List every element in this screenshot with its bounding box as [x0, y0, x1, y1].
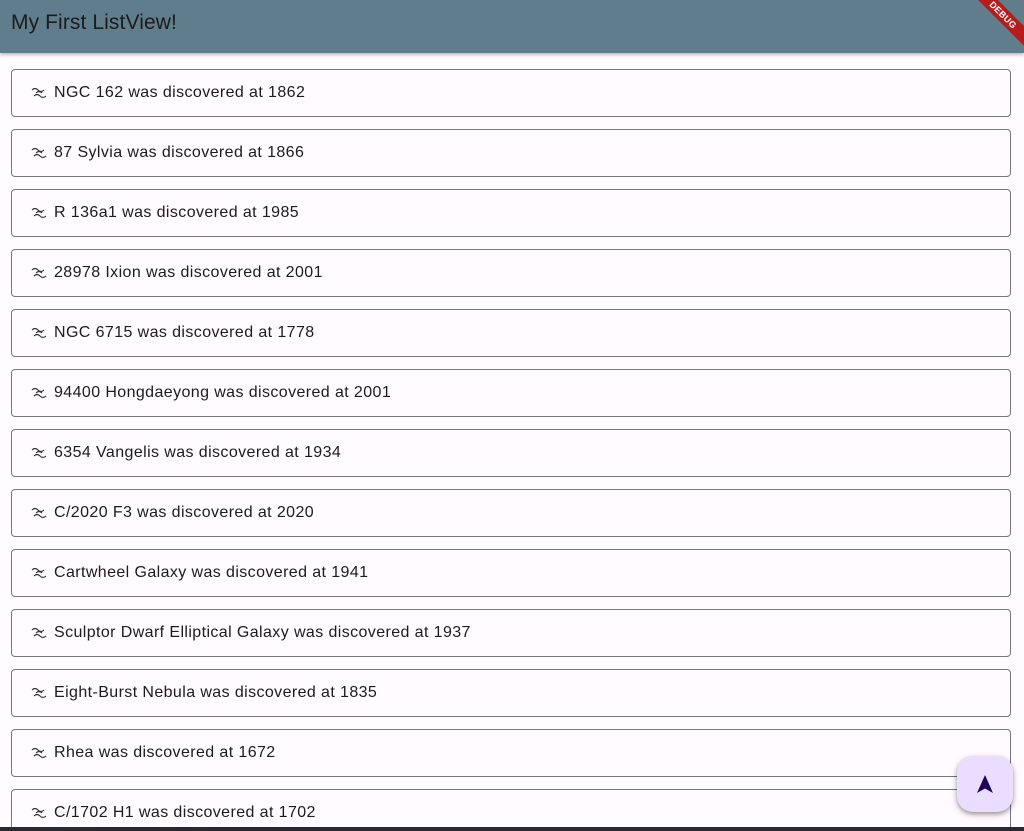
list-item[interactable]: Eight-Burst Nebula was discovered at 183…	[11, 669, 1011, 717]
list-item[interactable]: 6354 Vangelis was discovered at 1934	[11, 429, 1011, 477]
list-item[interactable]: Rhea was discovered at 1672	[11, 729, 1011, 777]
galaxy-emoji-icon	[31, 747, 47, 759]
debug-banner: DEBUG	[966, 0, 1024, 52]
list-item-label: Cartwheel Galaxy was discovered at 1941	[54, 564, 369, 581]
list-item-label: NGC 162 was discovered at 1862	[54, 84, 306, 101]
galaxy-emoji-icon	[31, 267, 47, 279]
galaxy-emoji-icon	[31, 147, 47, 159]
list-item-label: 87 Sylvia was discovered at 1866	[54, 144, 305, 161]
galaxy-emoji-icon	[31, 327, 47, 339]
list-item[interactable]: C/1702 H1 was discovered at 1702	[11, 789, 1011, 827]
navigation-arrow-icon	[977, 775, 993, 793]
list-item-label: 6354 Vangelis was discovered at 1934	[54, 444, 342, 461]
list-item-label: C/1702 H1 was discovered at 1702	[54, 804, 316, 821]
list-item-label: 94400 Hongdaeyong was discovered at 2001	[54, 384, 392, 401]
list-item[interactable]: Cartwheel Galaxy was discovered at 1941	[11, 549, 1011, 597]
galaxy-emoji-icon	[31, 567, 47, 579]
page-title: My First ListView!	[11, 11, 177, 34]
galaxy-emoji-icon	[31, 387, 47, 399]
galaxy-emoji-icon	[31, 207, 47, 219]
list-item[interactable]: 28978 Ixion was discovered at 2001	[11, 249, 1011, 297]
list-item[interactable]: NGC 6715 was discovered at 1778	[11, 309, 1011, 357]
list-item-label: R 136a1 was discovered at 1985	[54, 204, 300, 221]
galaxy-emoji-icon	[31, 807, 47, 819]
galaxy-emoji-icon	[31, 447, 47, 459]
list-item[interactable]: 94400 Hongdaeyong was discovered at 2001	[11, 369, 1011, 417]
list-item-label: C/2020 F3 was discovered at 2020	[54, 504, 315, 521]
galaxy-emoji-icon	[31, 87, 47, 99]
list-item-label: Sculptor Dwarf Elliptical Galaxy was dis…	[54, 624, 471, 641]
list-item-label: Eight-Burst Nebula was discovered at 183…	[54, 684, 378, 701]
list-view[interactable]: NGC 162 was discovered at 1862 87 Sylvia…	[0, 53, 1024, 827]
bottom-edge-bar	[0, 827, 1024, 831]
galaxy-emoji-icon	[31, 507, 47, 519]
list-item-label: Rhea was discovered at 1672	[54, 744, 276, 761]
list-item[interactable]: NGC 162 was discovered at 1862	[11, 69, 1011, 117]
list-item-label: 28978 Ixion was discovered at 2001	[54, 264, 323, 281]
list-item[interactable]: Sculptor Dwarf Elliptical Galaxy was dis…	[11, 609, 1011, 657]
galaxy-emoji-icon	[31, 627, 47, 639]
list-item[interactable]: C/2020 F3 was discovered at 2020	[11, 489, 1011, 537]
list-item-label: NGC 6715 was discovered at 1778	[54, 324, 315, 341]
list-item[interactable]: 87 Sylvia was discovered at 1866	[11, 129, 1011, 177]
galaxy-emoji-icon	[31, 687, 47, 699]
navigation-fab-button[interactable]	[957, 756, 1013, 812]
app-bar: My First ListView! DEBUG	[0, 0, 1024, 53]
list-item[interactable]: R 136a1 was discovered at 1985	[11, 189, 1011, 237]
